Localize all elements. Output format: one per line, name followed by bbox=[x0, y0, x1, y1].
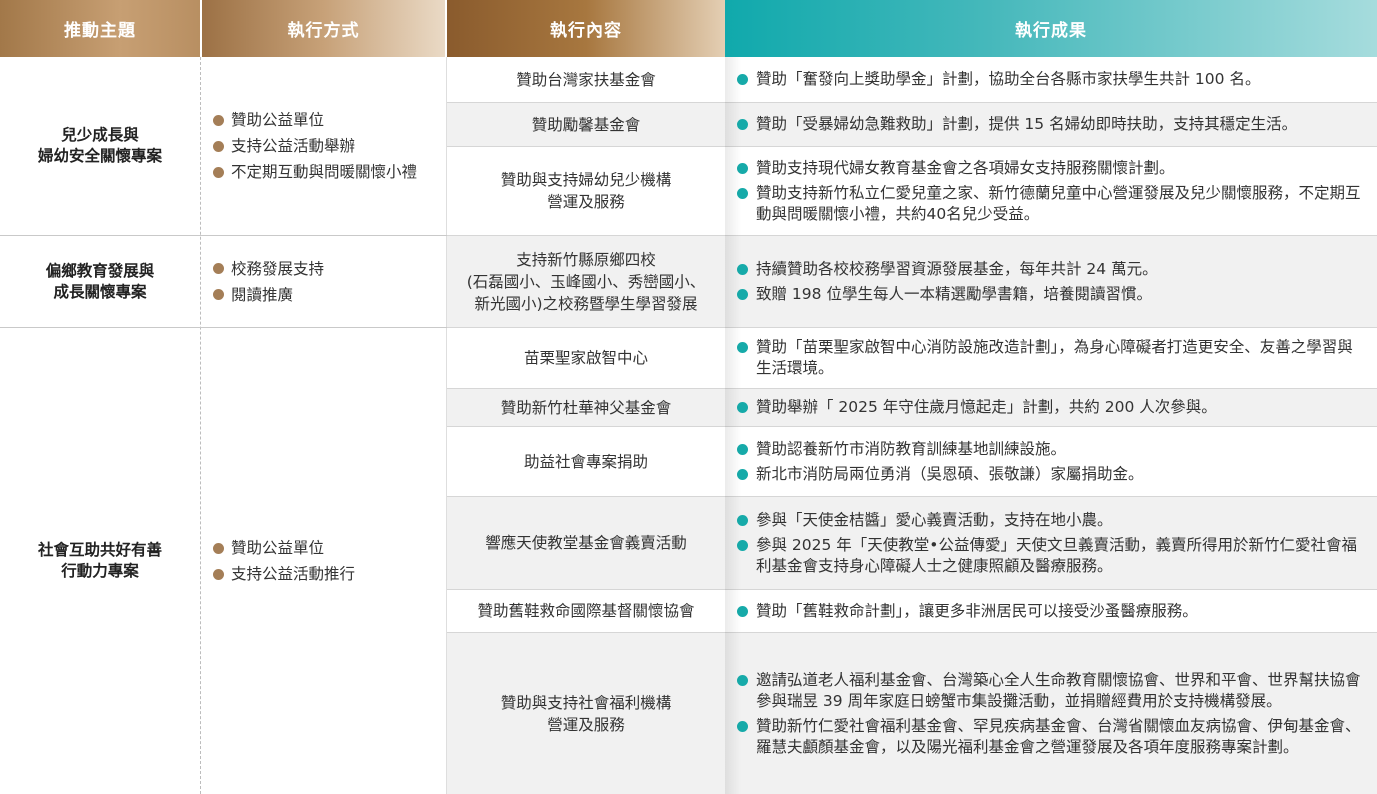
table-row: 苗栗聖家啟智中心 贊助「苗栗聖家啟智中心消防設施改造計劃」，為身心障礙者打造更安… bbox=[447, 328, 1377, 389]
result-item: 贊助「舊鞋救命計劃」，讓更多非洲居民可以接受沙蚤醫療服務。 bbox=[737, 601, 1363, 622]
result-cell: 持續贊助各校校務學習資源發展基金，每年共計 24 萬元。 致贈 198 位學生每… bbox=[725, 236, 1377, 328]
content-cell: 苗栗聖家啟智中心 bbox=[523, 349, 648, 367]
bullet-dot-icon bbox=[737, 187, 748, 199]
table-row: 贊助新竹杜華神父基金會 贊助舉辦「 2025 年守住歲月憶起走」計劃，共約 20… bbox=[447, 389, 1377, 427]
bullet-dot-icon bbox=[737, 605, 748, 617]
content-cell: 贊助與支持婦幼兒少機構 營運及服務 bbox=[500, 171, 672, 211]
result-item: 致贈 198 位學生每人一本精選勵學書籍，培養閱讀習慣。 bbox=[737, 284, 1363, 305]
result-item: 持續贊助各校校務學習資源發展基金，每年共計 24 萬元。 bbox=[737, 259, 1363, 280]
header-content: 執行內容 bbox=[447, 0, 725, 57]
bullet-dot-icon bbox=[213, 542, 224, 554]
content-cell: 贊助勵馨基金會 bbox=[531, 115, 641, 134]
table-row: 助益社會專案捐助 贊助認養新竹市消防教育訓練基地訓練設施。 新北市消防局兩位勇消… bbox=[447, 427, 1377, 497]
bullet-dot-icon bbox=[737, 720, 748, 732]
method-list: 校務發展支持 閱讀推廣 bbox=[213, 236, 445, 327]
result-cell: 贊助「苗栗聖家啟智中心消防設施改造計劃」，為身心障礙者打造更安全、友善之學習與生… bbox=[725, 328, 1377, 389]
content-cell: 贊助台灣家扶基金會 bbox=[516, 70, 656, 89]
method-item: 支持公益活動舉辦 bbox=[213, 133, 445, 159]
result-item: 贊助認養新竹市消防教育訓練基地訓練設施。 bbox=[737, 439, 1363, 460]
result-cell: 贊助「舊鞋救命計劃」，讓更多非洲居民可以接受沙蚤醫療服務。 bbox=[725, 590, 1377, 633]
bullet-dot-icon bbox=[737, 162, 748, 174]
result-item: 邀請弘道老人福利基金會、台灣築心全人生命教育關懷協會、世界和平會、世界幫扶協會參… bbox=[737, 670, 1363, 712]
theme-line: 兒少成長與 bbox=[61, 126, 139, 144]
bullet-dot-icon bbox=[213, 166, 224, 178]
theme-rural-education: 偏鄉教育發展與 成長關懷專案 bbox=[0, 236, 200, 327]
method-list: 贊助公益單位 支持公益活動推行 bbox=[213, 328, 445, 794]
result-item: 贊助支持新竹私立仁愛兒童之家、新竹德蘭兒童中心營運發展及兒少關懷服務，不定期互動… bbox=[737, 183, 1363, 225]
table-row: 贊助舊鞋救命國際基督關懷協會 贊助「舊鞋救命計劃」，讓更多非洲居民可以接受沙蚤醫… bbox=[447, 590, 1377, 633]
bullet-dot-icon bbox=[737, 342, 748, 353]
result-cell: 邀請弘道老人福利基金會、台灣築心全人生命教育關懷協會、世界和平會、世界幫扶協會參… bbox=[725, 633, 1377, 794]
method-item: 不定期互動與問暖關懷小禮 bbox=[213, 159, 445, 185]
content-cell: 贊助新竹杜華神父基金會 bbox=[500, 398, 672, 417]
table-row: 贊助與支持社會福利機構 營運及服務 邀請弘道老人福利基金會、台灣築心全人生命教育… bbox=[447, 633, 1377, 794]
result-cell: 贊助「受暴婦幼急難救助」計劃，提供 15 名婦幼即時扶助，支持其穩定生活。 bbox=[725, 103, 1377, 147]
theme-line: 婦幼安全關懷專案 bbox=[37, 147, 162, 165]
header-result: 執行成果 bbox=[725, 0, 1377, 57]
theme-line: 社會互助共好有善 bbox=[37, 541, 162, 559]
bullet-dot-icon bbox=[737, 443, 748, 455]
bullet-dot-icon bbox=[213, 568, 224, 580]
method-item: 贊助公益單位 bbox=[213, 107, 445, 133]
bullet-dot-icon bbox=[737, 119, 748, 130]
result-item: 贊助新竹仁愛社會福利基金會、罕見疾病基金會、台灣省關懷血友病協會、伊甸基金會、羅… bbox=[737, 716, 1363, 758]
content-cell: 響應天使教堂基金會義賣活動 bbox=[485, 534, 687, 552]
table-row: 贊助與支持婦幼兒少機構 營運及服務 贊助支持現代婦女教育基金會之各項婦女支持服務… bbox=[447, 147, 1377, 236]
theme-social-mutual-aid: 社會互助共好有善 行動力專案 bbox=[0, 328, 200, 794]
result-item: 贊助支持現代婦女教育基金會之各項婦女支持服務關懷計劃。 bbox=[737, 158, 1363, 179]
result-cell: 參與「天使金桔醬」愛心義賣活動，支持在地小農。 參與 2025 年「天使教堂•公… bbox=[725, 497, 1377, 590]
bullet-dot-icon bbox=[213, 140, 224, 152]
result-item: 參與 2025 年「天使教堂•公益傳愛」天使文旦義賣活動，義賣所得用於新竹仁愛社… bbox=[737, 535, 1363, 577]
bullet-dot-icon bbox=[737, 74, 748, 85]
bullet-dot-icon bbox=[213, 289, 224, 300]
header-theme: 推動主題 bbox=[0, 0, 200, 57]
result-item: 贊助「苗栗聖家啟智中心消防設施改造計劃」，為身心障礙者打造更安全、友善之學習與生… bbox=[737, 337, 1363, 379]
result-cell: 贊助支持現代婦女教育基金會之各項婦女支持服務關懷計劃。 贊助支持新竹私立仁愛兒童… bbox=[725, 147, 1377, 236]
table-row: 贊助勵馨基金會 贊助「受暴婦幼急難救助」計劃，提供 15 名婦幼即時扶助，支持其… bbox=[447, 103, 1377, 147]
result-cell: 贊助「奮發向上獎助學金」計劃，協助全台各縣市家扶學生共計 100 名。 bbox=[725, 57, 1377, 103]
table-row: 贊助台灣家扶基金會 贊助「奮發向上獎助學金」計劃，協助全台各縣市家扶學生共計 1… bbox=[447, 57, 1377, 103]
bullet-dot-icon bbox=[737, 402, 748, 413]
result-item: 贊助舉辦「 2025 年守住歲月憶起走」計劃，共約 200 人次參與。 bbox=[737, 397, 1363, 418]
theme-line: 成長關懷專案 bbox=[53, 282, 147, 301]
bullet-dot-icon bbox=[737, 263, 748, 275]
method-list: 贊助公益單位 支持公益活動舉辦 不定期互動與問暖關懷小禮 bbox=[213, 57, 445, 235]
content-cell: 助益社會專案捐助 bbox=[523, 452, 648, 471]
content-cell: 贊助與支持社會福利機構 營運及服務 bbox=[500, 693, 672, 734]
bullet-dot-icon bbox=[737, 514, 748, 526]
result-item: 贊助「受暴婦幼急難救助」計劃，提供 15 名婦幼即時扶助，支持其穩定生活。 bbox=[737, 114, 1363, 135]
result-item: 贊助「奮發向上獎助學金」計劃，協助全台各縣市家扶學生共計 100 名。 bbox=[737, 69, 1363, 90]
table-row: 支持新竹縣原鄉四校 (石磊國小、玉峰國小、秀巒國小、 新光國小)之校務暨學生學習… bbox=[447, 236, 1377, 328]
bullet-dot-icon bbox=[737, 468, 748, 480]
table-row: 響應天使教堂基金會義賣活動 參與「天使金桔醬」愛心義賣活動，支持在地小農。 參與… bbox=[447, 497, 1377, 590]
result-item: 參與「天使金桔醬」愛心義賣活動，支持在地小農。 bbox=[737, 510, 1363, 531]
result-item: 新北市消防局兩位勇消（吳恩碩、張敬謙）家屬捐助金。 bbox=[737, 464, 1363, 485]
result-cell: 贊助認養新竹市消防教育訓練基地訓練設施。 新北市消防局兩位勇消（吳恩碩、張敬謙）… bbox=[725, 427, 1377, 497]
header-method: 執行方式 bbox=[202, 0, 445, 57]
method-item: 贊助公益單位 bbox=[213, 535, 445, 561]
bullet-dot-icon bbox=[213, 263, 224, 274]
bullet-dot-icon bbox=[737, 539, 748, 551]
content-cell: 支持新竹縣原鄉四校 (石磊國小、玉峰國小、秀巒國小、 新光國小)之校務暨學生學習… bbox=[466, 250, 706, 313]
csr-table: 推動主題 執行方式 執行內容 執行成果 兒少成長與 婦幼安全關懷專案 贊助公益單… bbox=[0, 0, 1377, 794]
bullet-dot-icon bbox=[213, 114, 224, 126]
theme-line: 行動力專案 bbox=[61, 562, 139, 580]
method-item: 支持公益活動推行 bbox=[213, 561, 445, 587]
method-item: 閱讀推廣 bbox=[213, 282, 445, 308]
theme-line: 偏鄉教育發展與 bbox=[45, 261, 155, 280]
method-item: 校務發展支持 bbox=[213, 256, 445, 282]
bullet-dot-icon bbox=[737, 674, 748, 686]
bullet-dot-icon bbox=[737, 288, 748, 300]
result-cell: 贊助舉辦「 2025 年守住歲月憶起走」計劃，共約 200 人次參與。 bbox=[725, 389, 1377, 427]
theme-child-women-safety: 兒少成長與 婦幼安全關懷專案 bbox=[0, 57, 200, 235]
content-cell: 贊助舊鞋救命國際基督關懷協會 bbox=[477, 602, 695, 620]
